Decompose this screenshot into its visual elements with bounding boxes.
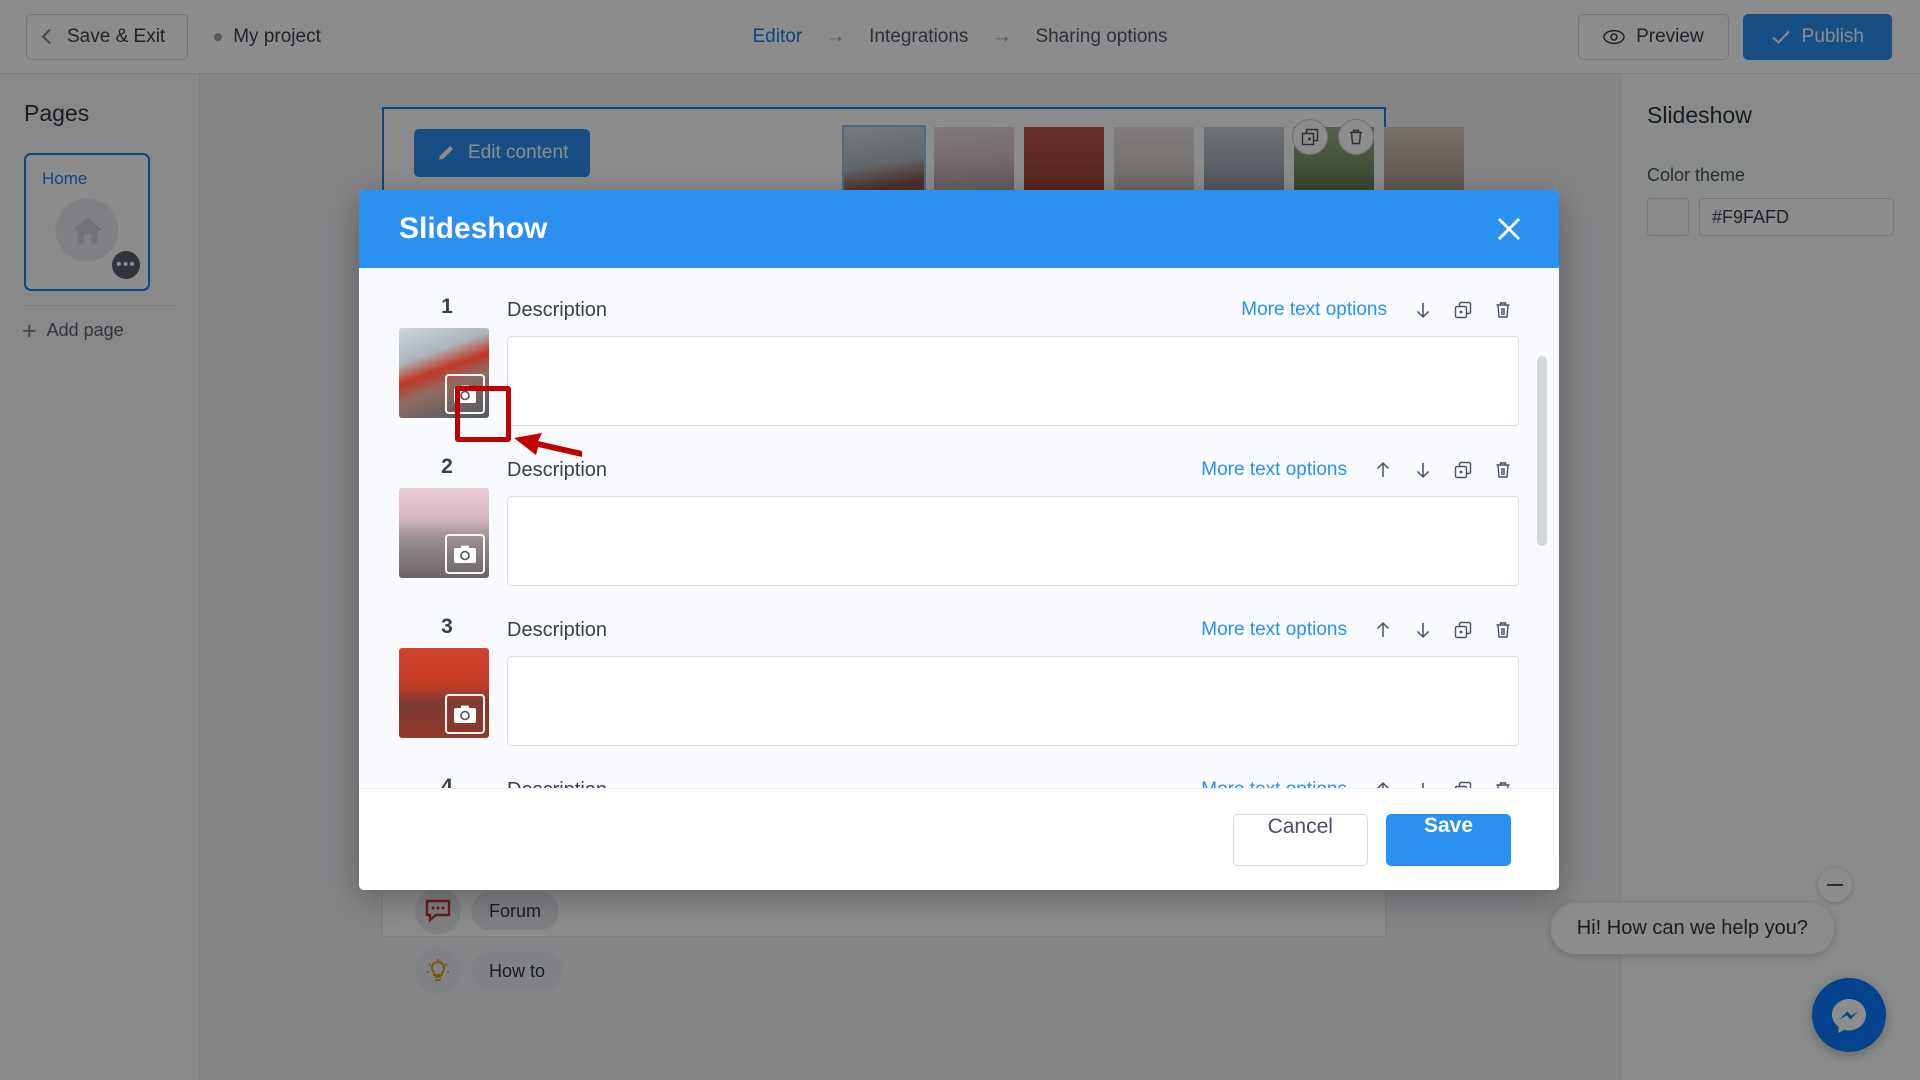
trash-icon bbox=[1496, 302, 1510, 318]
change-image-button[interactable] bbox=[445, 374, 485, 414]
slide-thumbnail[interactable] bbox=[399, 488, 489, 578]
duplicate-icon bbox=[1454, 621, 1472, 639]
modal-body[interactable]: 1 Description More text options 2 Descri… bbox=[359, 268, 1559, 788]
close-icon[interactable] bbox=[1487, 207, 1531, 251]
arrow-up-icon bbox=[1376, 781, 1390, 788]
more-text-options-link[interactable]: More text options bbox=[1201, 459, 1347, 481]
slide-row-icons bbox=[1367, 614, 1519, 646]
change-image-button[interactable] bbox=[445, 534, 485, 574]
slide-row: 1 Description More text options bbox=[399, 292, 1519, 426]
trash-icon bbox=[1496, 622, 1510, 638]
slide-left-2: 2 bbox=[399, 452, 495, 586]
close-x-icon bbox=[1498, 218, 1520, 240]
camera-icon bbox=[454, 385, 476, 403]
cancel-button[interactable]: Cancel bbox=[1232, 813, 1368, 866]
slide-left-1: 1 bbox=[399, 292, 495, 426]
slide-row: 2 Description More text options bbox=[399, 452, 1519, 586]
slide-right-4: Description More text options bbox=[507, 772, 1519, 788]
description-label: Description bbox=[507, 618, 608, 641]
move-down-button[interactable] bbox=[1407, 454, 1439, 486]
move-up-button[interactable] bbox=[1367, 614, 1399, 646]
save-button[interactable]: Save bbox=[1385, 813, 1511, 866]
description-label: Description bbox=[507, 779, 607, 789]
delete-slide-button[interactable] bbox=[1487, 614, 1519, 646]
move-down-button[interactable] bbox=[1407, 614, 1439, 646]
delete-slide-button[interactable] bbox=[1487, 294, 1519, 326]
arrow-up-icon bbox=[1376, 621, 1390, 637]
move-up-button[interactable] bbox=[1367, 454, 1399, 486]
scrollbar-thumb[interactable] bbox=[1537, 356, 1547, 546]
slide-number: 2 bbox=[441, 455, 453, 478]
slide-row-icons bbox=[1407, 294, 1519, 326]
slide-number: 1 bbox=[441, 295, 453, 318]
slide-right-3: Description More text options bbox=[507, 612, 1519, 746]
camera-icon bbox=[454, 705, 476, 723]
duplicate-slide-button[interactable] bbox=[1447, 454, 1479, 486]
description-label: Description bbox=[507, 458, 608, 481]
slide-right-2: Description More text options bbox=[507, 452, 1519, 586]
slide-left-3: 3 bbox=[399, 612, 495, 746]
slide-toolbar: Description More text options bbox=[507, 292, 1519, 328]
arrow-down-icon bbox=[1422, 783, 1424, 788]
camera-icon bbox=[454, 545, 476, 563]
slide-row: 4 Description More bbox=[399, 772, 1519, 788]
more-text-options-link[interactable]: More text options bbox=[1201, 779, 1347, 788]
slide-toolbar: Description More text options bbox=[507, 772, 1519, 788]
arrow-up-icon bbox=[1376, 461, 1390, 477]
change-image-button[interactable] bbox=[445, 694, 485, 734]
slide-toolbar: Description More text options bbox=[507, 452, 1519, 488]
slide-left-4: 4 bbox=[399, 772, 495, 788]
slide-row-icons bbox=[1367, 454, 1519, 486]
description-input[interactable] bbox=[507, 336, 1519, 426]
slide-right-1: Description More text options bbox=[507, 292, 1519, 426]
slide-thumbnail[interactable] bbox=[399, 328, 489, 418]
slide-number: 4 bbox=[441, 775, 453, 788]
delete-slide-button[interactable] bbox=[1487, 774, 1519, 788]
modal-footer: Cancel Save bbox=[359, 788, 1559, 890]
description-input[interactable] bbox=[507, 496, 1519, 586]
slide-row: 3 Description More text options bbox=[399, 612, 1519, 746]
delete-slide-button[interactable] bbox=[1487, 454, 1519, 486]
description-input[interactable] bbox=[507, 656, 1519, 746]
slideshow-modal: Slideshow 1 Description More text option… bbox=[359, 190, 1559, 890]
move-down-button[interactable] bbox=[1407, 774, 1439, 788]
arrow-down-icon bbox=[1416, 463, 1430, 479]
more-text-options-link[interactable]: More text options bbox=[1241, 299, 1387, 321]
description-label: Description bbox=[507, 298, 608, 321]
slide-thumbnail[interactable] bbox=[399, 648, 489, 738]
duplicate-icon bbox=[1454, 461, 1472, 479]
duplicate-slide-button[interactable] bbox=[1447, 294, 1479, 326]
move-up-button[interactable] bbox=[1367, 774, 1399, 788]
trash-icon bbox=[1496, 462, 1510, 478]
move-down-button[interactable] bbox=[1407, 294, 1439, 326]
modal-title: Slideshow bbox=[399, 212, 548, 245]
more-text-options-link[interactable]: More text options bbox=[1201, 619, 1347, 641]
arrow-down-icon bbox=[1416, 623, 1430, 639]
slide-row-icons bbox=[1367, 774, 1519, 788]
modal-scrollbar[interactable] bbox=[1537, 292, 1547, 788]
duplicate-icon bbox=[1454, 301, 1472, 319]
arrow-down-icon bbox=[1416, 303, 1430, 319]
duplicate-slide-button[interactable] bbox=[1447, 614, 1479, 646]
modal-header: Slideshow bbox=[359, 190, 1559, 268]
slide-number: 3 bbox=[441, 615, 453, 638]
trash-icon bbox=[1496, 782, 1510, 788]
duplicate-icon bbox=[1454, 781, 1472, 788]
slide-toolbar: Description More text options bbox=[507, 612, 1519, 648]
duplicate-slide-button[interactable] bbox=[1447, 774, 1479, 788]
